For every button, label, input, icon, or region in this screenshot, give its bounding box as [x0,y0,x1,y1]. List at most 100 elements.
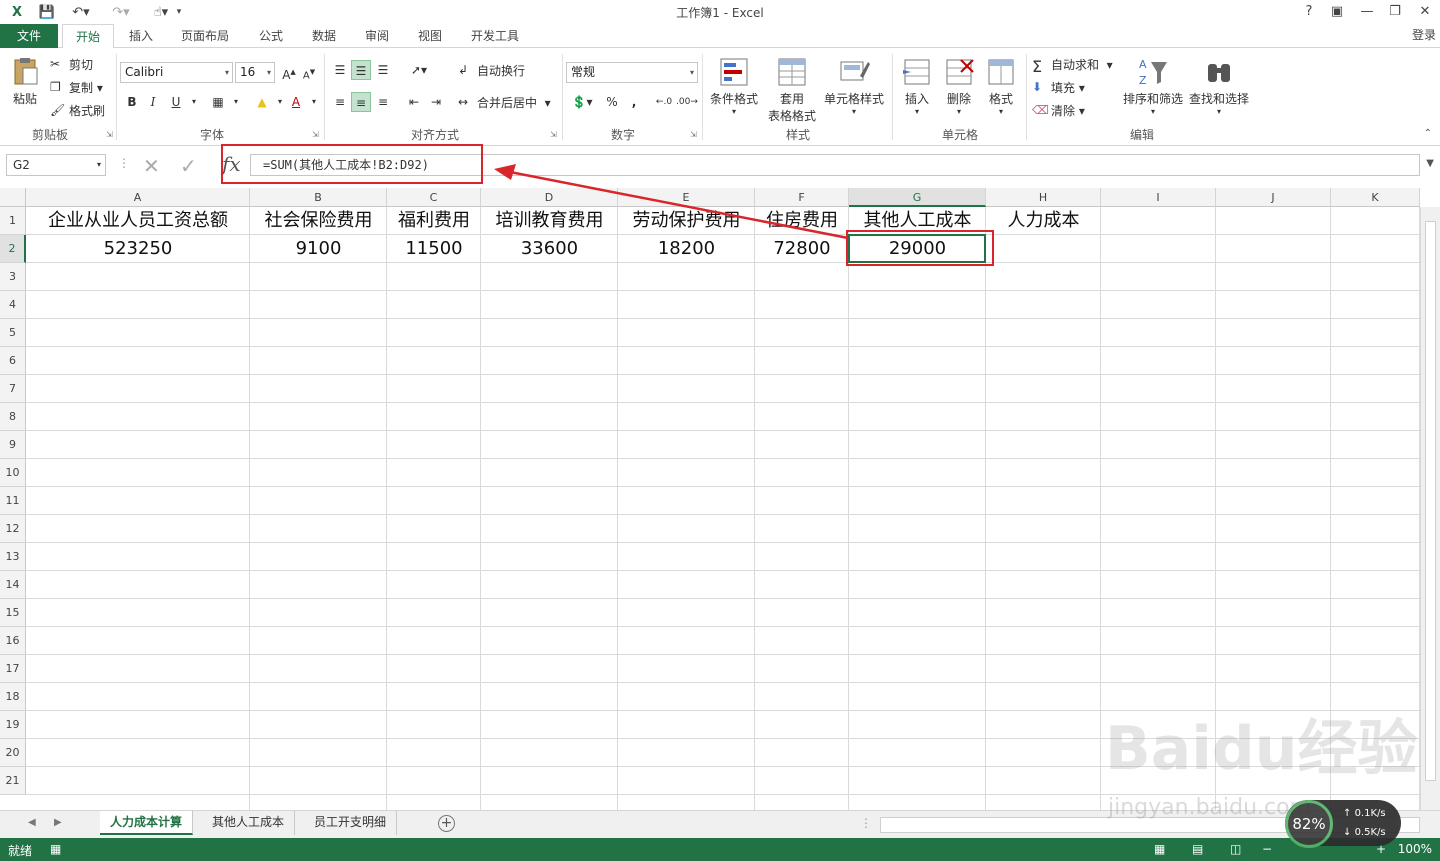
login-link[interactable]: 登录 [1412,26,1436,43]
zoom-out-icon[interactable]: − [1262,842,1272,856]
cell-styles-button[interactable]: 单元格样式 ▾ [822,56,886,116]
tab-view[interactable]: 视图 [408,24,452,48]
row-header-15[interactable]: 15 [0,599,26,627]
row-header-17[interactable]: 17 [0,655,26,683]
cell-a1[interactable]: 企业从业人员工资总额 [26,207,250,235]
currency-icon[interactable]: 💲▾ [568,92,596,112]
row-header-19[interactable]: 19 [0,711,26,739]
number-format-combo[interactable]: 常规 ▾ [566,62,698,83]
cell-d1[interactable]: 培训教育费用 [481,207,618,235]
align-center-icon[interactable]: ≡ [351,92,371,112]
row-header-20[interactable]: 20 [0,739,26,767]
row-header-10[interactable]: 10 [0,459,26,487]
macro-record-icon[interactable]: ▦ [50,842,61,856]
cut-button[interactable]: ✂ 剪切 [50,56,93,73]
column-header-b[interactable]: B [250,188,387,207]
comma-button[interactable]: , [624,92,644,112]
cell-e1[interactable]: 劳动保护费用 [618,207,755,235]
row-header-7[interactable]: 7 [0,375,26,403]
sort-filter-button[interactable]: AZ 排序和筛选 ▾ [1120,56,1186,116]
font-name-combo[interactable]: Calibri ▾ [120,62,233,83]
align-right-icon[interactable]: ≡ [373,92,393,112]
row-header-12[interactable]: 12 [0,515,26,543]
decrease-decimal-icon[interactable]: .00→ [676,92,698,112]
find-select-button[interactable]: 查找和选择 ▾ [1186,56,1252,116]
percent-button[interactable]: % [602,92,622,112]
tab-formulas[interactable]: 公式 [248,24,294,48]
tab-split-grip[interactable]: ⋮ [860,816,872,830]
format-cells-button[interactable]: 格式 ▾ [982,56,1020,116]
row-header-11[interactable]: 11 [0,487,26,515]
cell-c1[interactable]: 福利费用 [387,207,481,235]
cell-f1[interactable]: 住房费用 [755,207,849,235]
row-header-8[interactable]: 8 [0,403,26,431]
ribbon-display-icon[interactable]: ▣ [1326,2,1348,22]
font-launcher-icon[interactable]: ⇲ [312,130,319,139]
column-header-j[interactable]: J [1216,188,1331,207]
row-header-18[interactable]: 18 [0,683,26,711]
row-header-9[interactable]: 9 [0,431,26,459]
align-bottom-icon[interactable]: ☰ [373,60,393,80]
tab-file[interactable]: 文件 [0,24,58,48]
row-header-4[interactable]: 4 [0,291,26,319]
merge-center-button[interactable]: ↔ 合并后居中 ▾ [458,94,551,111]
sheet-tab[interactable]: 其他人工成本 [202,811,296,835]
tab-developer[interactable]: 开发工具 [462,24,528,48]
next-sheet-icon[interactable]: ▶ [54,817,62,828]
clipboard-launcher-icon[interactable]: ⇲ [106,130,113,139]
cell-a2[interactable]: 523250 [26,235,250,263]
font-color-icon[interactable]: A [286,92,306,112]
row-header-21[interactable]: 21 [0,767,26,795]
column-header-f[interactable]: F [755,188,849,207]
cell-f2[interactable]: 72800 [755,235,849,263]
cell-b1[interactable]: 社会保险费用 [250,207,387,235]
grow-font-icon[interactable]: A▲ [279,62,299,82]
clear-button[interactable]: ⌫ 清除 ▾ [1032,102,1085,119]
alignment-launcher-icon[interactable]: ⇲ [550,130,557,139]
page-break-view-icon[interactable]: ◫ [1230,842,1241,856]
column-header-d[interactable]: D [481,188,618,207]
decrease-indent-icon[interactable]: ⇤ [404,92,424,112]
column-header-g[interactable]: G [849,188,986,207]
paste-button[interactable]: 粘贴 [6,56,44,107]
borders-dropdown-icon[interactable]: ▾ [226,92,246,112]
underline-dropdown-icon[interactable]: ▾ [184,92,204,112]
increase-decimal-icon[interactable]: ←.0 [654,92,674,112]
fill-color-icon[interactable]: ▲ [252,92,272,112]
format-painter-button[interactable]: 🖌 格式刷 [50,102,105,119]
sheet-tab[interactable]: 员工开支明细 [304,811,398,835]
tab-insert[interactable]: 插入 [120,24,162,48]
cell-b2[interactable]: 9100 [250,235,387,263]
tab-home[interactable]: 开始 [62,24,114,49]
column-header-c[interactable]: C [387,188,481,207]
font-color-dropdown-icon[interactable]: ▾ [304,92,324,112]
fill-button[interactable]: ⬇ 填充 ▾ [1032,79,1085,96]
underline-button[interactable]: U [166,92,186,112]
prev-sheet-icon[interactable]: ◀ [28,817,36,828]
close-button[interactable]: ✕ [1414,2,1436,22]
orientation-icon[interactable]: ➚▾ [404,60,434,80]
insert-cells-button[interactable]: 插入 ▾ [898,56,936,116]
cell-d2[interactable]: 33600 [481,235,618,263]
select-all-corner[interactable] [0,188,26,207]
minimize-button[interactable]: — [1356,2,1378,22]
row-header-3[interactable]: 3 [0,263,26,291]
restore-button[interactable]: ❐ [1384,2,1406,22]
row-header-13[interactable]: 13 [0,543,26,571]
collapse-ribbon-icon[interactable]: ⌃ [1424,128,1432,139]
enter-entry-icon[interactable]: ✓ [180,154,197,178]
copy-button[interactable]: ❐ 复制 ▾ [50,79,103,96]
align-left-icon[interactable]: ≡ [330,92,350,112]
conditional-formatting-button[interactable]: 条件格式 ▾ [706,56,762,116]
font-size-combo[interactable]: 16 ▾ [235,62,275,83]
vertical-scroll-thumb[interactable] [1425,221,1436,781]
column-header-k[interactable]: K [1331,188,1420,207]
row-header-5[interactable]: 5 [0,319,26,347]
italic-button[interactable]: I [143,92,163,112]
name-box[interactable]: G2 ▾ [6,154,106,176]
column-header-a[interactable]: A [26,188,250,207]
tab-review[interactable]: 审阅 [356,24,398,48]
vertical-scrollbar[interactable] [1420,207,1440,810]
tab-page-layout[interactable]: 页面布局 [172,24,238,48]
delete-cells-button[interactable]: 删除 ▾ [940,56,978,116]
